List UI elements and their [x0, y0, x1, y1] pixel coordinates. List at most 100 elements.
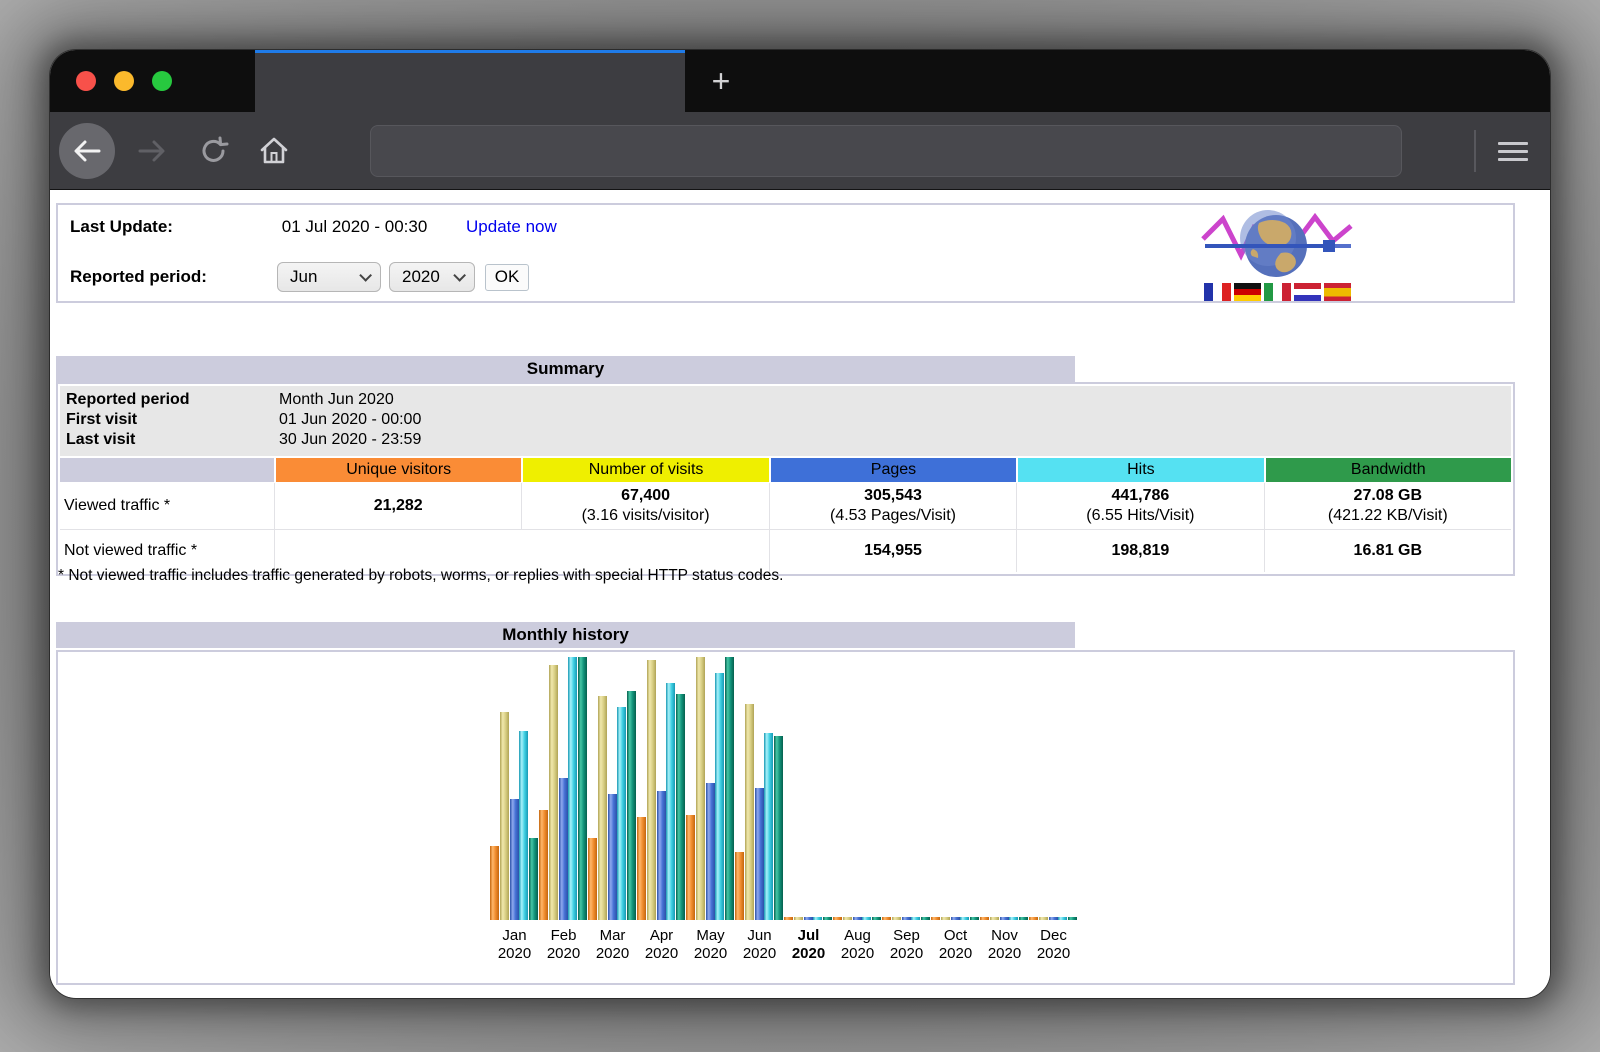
- bar-bandwidth: [578, 657, 587, 920]
- header-hits: Hits: [1018, 458, 1263, 482]
- window-controls: [76, 71, 172, 91]
- bar-number-of-visits: [549, 665, 558, 920]
- new-tab-button[interactable]: +: [702, 62, 740, 100]
- summary-title: Summary: [527, 359, 604, 379]
- header-pages: Pages: [771, 458, 1016, 482]
- year-select[interactable]: 2020: [389, 262, 475, 292]
- address-bar[interactable]: [370, 125, 1402, 177]
- update-now-link[interactable]: Update now: [466, 217, 557, 236]
- bar-hits: [519, 731, 528, 920]
- bar-hits: [715, 673, 724, 920]
- not-viewed-pages: 154,955: [770, 530, 1016, 572]
- info-row-last-visit: Last visit 30 Jun 2020 - 23:59: [60, 430, 1511, 450]
- month-label-jul: Jul2020: [784, 927, 833, 963]
- close-window-icon[interactable]: [76, 71, 96, 91]
- active-tab[interactable]: [255, 50, 685, 112]
- flag-germany-icon[interactable]: [1234, 283, 1261, 301]
- last-update-row: Last Update: 01 Jul 2020 - 00:30 Update …: [70, 217, 1170, 239]
- month-bars-oct: [931, 917, 979, 920]
- bar-pages: [510, 799, 519, 920]
- awstats-logo: [1197, 209, 1357, 283]
- month-select[interactable]: Jun: [277, 262, 381, 292]
- reload-icon: [199, 136, 229, 166]
- monthly-history-title-bar: Monthly history: [56, 622, 1075, 648]
- bar-number-of-visits: [941, 917, 950, 920]
- last-update-label: Last Update:: [70, 217, 277, 237]
- bar-bandwidth: [676, 694, 685, 920]
- bar-pages: [804, 917, 813, 920]
- viewed-traffic-label: Viewed traffic *: [60, 483, 274, 529]
- forward-button[interactable]: [130, 123, 174, 179]
- chevron-down-icon: [359, 269, 372, 282]
- bar-hits: [1009, 917, 1018, 920]
- flag-italy-icon[interactable]: [1264, 283, 1291, 301]
- bar-unique-visitors: [980, 917, 989, 920]
- month-bars-jan: [490, 712, 538, 920]
- bar-unique-visitors: [490, 846, 499, 920]
- bar-pages: [902, 917, 911, 920]
- month-label-nov: Nov2020: [980, 927, 1029, 963]
- empty-header-cell: [60, 458, 274, 482]
- bar-number-of-visits: [892, 917, 901, 920]
- summary-column-headers: Unique visitors Number of visits Pages H…: [60, 458, 1511, 482]
- bar-hits: [764, 733, 773, 920]
- bar-pages: [951, 917, 960, 920]
- summary-table: Reported period Month Jun 2020 First vis…: [56, 382, 1515, 576]
- not-viewed-footnote: * Not viewed traffic includes traffic ge…: [58, 567, 783, 585]
- flag-france-icon[interactable]: [1204, 283, 1231, 301]
- bar-unique-visitors: [833, 917, 842, 920]
- browser-window: +: [50, 50, 1550, 998]
- info-row-reported-period: Reported period Month Jun 2020: [60, 390, 1511, 410]
- menu-button[interactable]: [1498, 136, 1528, 166]
- hamburger-icon: [1498, 142, 1528, 145]
- bar-number-of-visits: [843, 917, 852, 920]
- report-header-box: Last Update: 01 Jul 2020 - 00:30 Update …: [56, 203, 1515, 303]
- bar-unique-visitors: [539, 810, 548, 920]
- viewed-pages: 305,543 (4.53 Pages/Visit): [770, 483, 1016, 529]
- bar-pages: [755, 788, 764, 920]
- summary-info-block: Reported period Month Jun 2020 First vis…: [60, 386, 1511, 456]
- month-bars-feb: [539, 657, 587, 920]
- language-flags: [1204, 283, 1351, 301]
- month-bars-may: [686, 657, 734, 920]
- month-bars-nov: [980, 917, 1028, 920]
- summary-title-bar: Summary: [56, 356, 1075, 382]
- not-viewed-hits: 198,819: [1017, 530, 1263, 572]
- bar-bandwidth: [1068, 917, 1077, 920]
- ok-button[interactable]: OK: [485, 264, 529, 291]
- bar-unique-visitors: [637, 817, 646, 920]
- bar-pages: [1000, 917, 1009, 920]
- flag-netherlands-icon[interactable]: [1294, 283, 1321, 301]
- home-icon: [258, 135, 290, 167]
- year-select-value: 2020: [402, 267, 440, 287]
- bar-unique-visitors: [931, 917, 940, 920]
- bar-pages: [853, 917, 862, 920]
- bar-hits: [666, 683, 675, 920]
- bar-bandwidth: [823, 917, 832, 920]
- monthly-history-title: Monthly history: [502, 625, 629, 645]
- bar-pages: [608, 794, 617, 920]
- minimize-window-icon[interactable]: [114, 71, 134, 91]
- bar-unique-visitors: [882, 917, 891, 920]
- bar-number-of-visits: [696, 657, 705, 920]
- month-label-oct: Oct2020: [931, 927, 980, 963]
- bar-hits: [1058, 917, 1067, 920]
- viewed-bandwidth: 27.08 GB (421.22 KB/Visit): [1265, 483, 1511, 529]
- viewed-unique-visitors: 21,282: [275, 483, 521, 529]
- home-button[interactable]: [252, 123, 296, 179]
- not-viewed-traffic-label: Not viewed traffic *: [60, 530, 274, 572]
- title-bar: +: [50, 50, 1550, 112]
- not-viewed-bandwidth: 16.81 GB: [1265, 530, 1511, 572]
- back-button[interactable]: [59, 123, 115, 179]
- month-bars-jul: [784, 917, 832, 920]
- bar-unique-visitors: [588, 838, 597, 920]
- desktop-background: +: [0, 0, 1600, 1052]
- month-bars-jun: [735, 704, 783, 920]
- bar-number-of-visits: [1039, 917, 1048, 920]
- flag-spain-icon[interactable]: [1324, 283, 1351, 301]
- zoom-window-icon[interactable]: [152, 71, 172, 91]
- reload-button[interactable]: [192, 123, 236, 179]
- month-label-sep: Sep2020: [882, 927, 931, 963]
- month-bars-mar: [588, 691, 636, 920]
- month-label-apr: Apr2020: [637, 927, 686, 963]
